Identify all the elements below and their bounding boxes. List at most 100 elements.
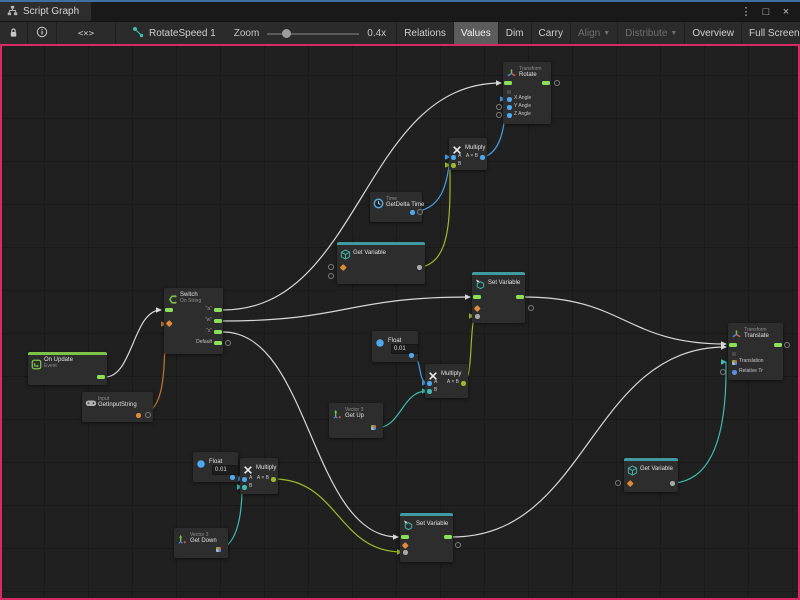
- unconnected-port-stub[interactable]: [225, 340, 231, 346]
- flow-port[interactable]: [729, 343, 737, 347]
- switch-on-string-node[interactable]: SwitchOn String"a""w""s"Default: [164, 288, 223, 354]
- get-variable-bottom-node[interactable]: Get Variable: [624, 458, 678, 492]
- toolbar-button-carry[interactable]: Carry: [532, 22, 571, 45]
- value-port[interactable]: [507, 90, 511, 94]
- w-multiplybot-setvar[interactable]: [274, 479, 402, 552]
- value-port[interactable]: [475, 314, 480, 319]
- value-port[interactable]: [216, 547, 221, 552]
- flow-port[interactable]: [401, 535, 409, 539]
- graph-breadcrumb[interactable]: RotateSpeed 1: [116, 22, 224, 45]
- value-port[interactable]: [732, 360, 737, 365]
- close-icon[interactable]: ×: [778, 6, 794, 18]
- flow-port[interactable]: [504, 81, 512, 85]
- flow-port[interactable]: [165, 308, 173, 312]
- value-port[interactable]: [242, 485, 247, 490]
- zoom-slider-handle[interactable]: [282, 29, 291, 38]
- get-down-node[interactable]: Vector 3Get Down: [174, 528, 228, 558]
- value-port[interactable]: [371, 425, 376, 430]
- value-port[interactable]: [461, 381, 466, 386]
- flow-port[interactable]: [214, 319, 222, 323]
- value-port[interactable]: [402, 542, 408, 548]
- flow-port[interactable]: [214, 341, 222, 345]
- value-port[interactable]: [409, 353, 414, 358]
- value-port[interactable]: [427, 389, 432, 394]
- unconnected-port-stub[interactable]: [496, 112, 502, 118]
- get-delta-time-node[interactable]: TimeGetDelta Time: [370, 192, 422, 222]
- value-input[interactable]: 0.01: [391, 344, 419, 354]
- unconnected-port-stub[interactable]: [328, 273, 334, 279]
- flow-port[interactable]: [542, 81, 550, 85]
- flow-port[interactable]: [214, 330, 222, 334]
- unconnected-port-stub[interactable]: [720, 369, 726, 375]
- multiply-bottom-node[interactable]: MultiplyABA × B: [240, 458, 278, 494]
- value-port[interactable]: [410, 210, 415, 215]
- float-bottom-node[interactable]: Float0.01: [193, 452, 238, 482]
- value-port[interactable]: [427, 381, 432, 386]
- unconnected-port-stub[interactable]: [615, 480, 621, 486]
- toolbar-button-relations[interactable]: Relations: [397, 22, 454, 45]
- value-port[interactable]: [732, 352, 736, 356]
- value-port[interactable]: [340, 264, 346, 270]
- get-up-node[interactable]: Vector 3Get Up: [329, 403, 383, 438]
- value-port[interactable]: [732, 370, 737, 375]
- unconnected-port-stub[interactable]: [554, 80, 560, 86]
- set-variable-bottom-node[interactable]: Set Variable: [400, 513, 453, 562]
- translate-node[interactable]: TransformTranslateTranslationRelative Tr: [728, 323, 783, 380]
- maximize-icon[interactable]: □: [758, 6, 774, 18]
- flow-port[interactable]: [473, 295, 481, 299]
- menu-icon[interactable]: ⋮: [738, 5, 754, 18]
- tab-script-graph[interactable]: Script Graph: [0, 2, 91, 21]
- w-getvarbot-translate[interactable]: [674, 362, 726, 483]
- unconnected-port-stub[interactable]: [528, 305, 534, 311]
- flow-port[interactable]: [97, 375, 105, 379]
- value-port[interactable]: [627, 480, 633, 486]
- value-port[interactable]: [670, 481, 675, 486]
- flow-port[interactable]: [444, 535, 452, 539]
- value-port[interactable]: [474, 305, 480, 311]
- get-variable-top-node[interactable]: Get Variable: [337, 242, 425, 284]
- unconnected-port-stub[interactable]: [328, 264, 334, 270]
- toolbar-button-overview[interactable]: Overview: [685, 22, 742, 45]
- w-switch-setvar-mid[interactable]: [223, 297, 470, 321]
- float-top-node[interactable]: Float0.01: [372, 331, 418, 362]
- unconnected-port-stub[interactable]: [455, 542, 461, 548]
- on-update-node[interactable]: On UpdateEvent: [28, 352, 107, 385]
- flow-port[interactable]: [214, 308, 222, 312]
- value-port[interactable]: [480, 155, 485, 160]
- value-port[interactable]: [136, 413, 141, 418]
- unconnected-port-stub[interactable]: [496, 104, 502, 110]
- flow-port[interactable]: [516, 295, 524, 299]
- value-port[interactable]: [230, 475, 235, 480]
- flow-port[interactable]: [774, 343, 782, 347]
- multiply-mid-node[interactable]: MultiplyABA × B: [425, 364, 468, 398]
- value-port[interactable]: [417, 265, 422, 270]
- code-view-button[interactable]: <×>: [57, 22, 116, 45]
- zoom-slider[interactable]: [267, 29, 359, 38]
- value-port[interactable]: [507, 113, 512, 118]
- unconnected-port-stub[interactable]: [784, 342, 790, 348]
- graph-canvas[interactable]: On UpdateEvent InputGetInputString SwitchO…: [0, 44, 800, 600]
- toolbar-button-full-screen[interactable]: Full Screen: [742, 22, 800, 45]
- multiply-top-node[interactable]: MultiplyABA × B: [449, 138, 487, 170]
- unconnected-port-stub[interactable]: [145, 412, 151, 418]
- toolbar-button-dim[interactable]: Dim: [499, 22, 532, 45]
- w-multiply-rotate[interactable]: [484, 99, 505, 157]
- value-port[interactable]: [403, 550, 408, 555]
- w-setvarbot-translate[interactable]: [452, 347, 726, 537]
- rotate-node[interactable]: TransformRotateX AngleY AngleZ Angle: [503, 62, 551, 124]
- value-input[interactable]: 0.01: [212, 465, 239, 475]
- w-getup-multiply[interactable]: [376, 391, 427, 428]
- set-variable-mid-node[interactable]: Set Variable: [472, 272, 525, 323]
- w-setvarmid-translate[interactable]: [524, 297, 726, 344]
- value-port[interactable]: [507, 105, 512, 110]
- value-port[interactable]: [451, 163, 456, 168]
- w-update-switch[interactable]: [105, 310, 161, 377]
- unconnected-port-stub[interactable]: [417, 209, 423, 215]
- value-port[interactable]: [507, 97, 512, 102]
- toolbar-button-values[interactable]: Values: [454, 22, 499, 45]
- value-port[interactable]: [242, 477, 247, 482]
- value-port[interactable]: [451, 155, 456, 160]
- get-input-string-node[interactable]: InputGetInputString: [82, 392, 153, 422]
- value-port[interactable]: [271, 477, 276, 482]
- value-port[interactable]: [166, 320, 172, 326]
